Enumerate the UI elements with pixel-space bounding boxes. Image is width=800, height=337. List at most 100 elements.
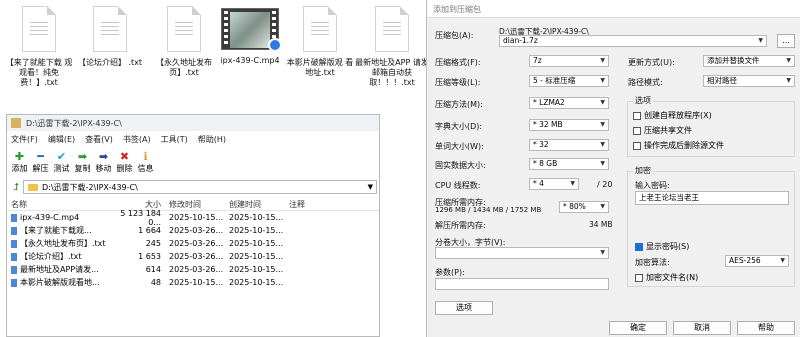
desktop-icon[interactable]: 本影片破解版观 看地址.txt: [283, 6, 357, 78]
col-name[interactable]: 名称: [7, 199, 109, 210]
path-input[interactable]: D:\迅雷下载-2\IPX-439-C\ ▼: [23, 180, 377, 194]
solid-select[interactable]: * 8 GB ▼: [529, 158, 609, 170]
desktop-icon[interactable]: 【来了就能下载 观观看！纯免 费！】.txt: [2, 6, 76, 88]
path-bar: ⮥ D:\迅雷下载-2\IPX-439-C\ ▼: [9, 180, 377, 194]
desktop-icon[interactable]: 【论坛介绍】 .txt: [73, 6, 147, 68]
sfx-checkbox[interactable]: 创建自释放程序(X): [633, 110, 712, 121]
chevron-down-icon: ▼: [600, 160, 605, 167]
ok-button[interactable]: 确定: [609, 321, 667, 335]
level-value: 5 - 标准压缩: [533, 76, 576, 85]
word-select[interactable]: * 32 ▼: [529, 139, 609, 151]
table-row[interactable]: 本影片破解版观看地... 48 2025-10-15... 2025-10-15…: [7, 276, 379, 289]
params-input[interactable]: [435, 278, 609, 290]
file-name: 最新地址及APP请发...: [20, 265, 99, 274]
menu-view[interactable]: 查看(V): [85, 134, 113, 145]
extract-button[interactable]: ━ 解压: [32, 150, 49, 174]
threads-select[interactable]: * 4 ▼: [529, 178, 579, 190]
text-file-icon: [167, 6, 201, 52]
archive-name-input[interactable]: dian-1.7z ▼: [499, 35, 767, 47]
mem-values: 1296 MB / 1434 MB / 1752 MB: [435, 206, 542, 214]
shared-checkbox[interactable]: 压缩共享文件: [633, 125, 692, 136]
threads-total: / 20: [597, 180, 613, 189]
copy-button[interactable]: ➡ 复制: [74, 150, 91, 174]
file-size: 48: [150, 278, 161, 287]
menu-edit[interactable]: 编辑(E): [48, 134, 75, 145]
split-input[interactable]: ▼: [435, 247, 609, 259]
text-file-icon: [93, 6, 127, 52]
add-icon: ✚: [14, 150, 25, 163]
desktop-icon[interactable]: 【永久地址发布 页】.txt: [147, 6, 221, 78]
menu-bar: 文件(F) 编辑(E) 查看(V) 书签(A) 工具(T) 帮助(H): [7, 131, 379, 148]
desktop-icon-label: 最新地址及APP 请发邮箱自动获 取！！！.txt: [355, 58, 429, 87]
info-button[interactable]: ℹ 信息: [137, 150, 154, 174]
file-size: 5 123 184 0...: [120, 208, 161, 227]
table-row[interactable]: 【永久地址发布页】.txt 245 2025-03-26... 2025-10-…: [7, 237, 379, 250]
desktop-icon[interactable]: ipx-439-C.mp4: [213, 6, 287, 66]
menu-bookmarks[interactable]: 书签(A): [123, 134, 151, 145]
video-file-icon: [221, 8, 282, 52]
encrypt-names-checkbox[interactable]: 加密文件名(N): [635, 272, 698, 283]
format-value: 7z: [533, 56, 542, 65]
col-modified[interactable]: 修改时间: [165, 199, 225, 210]
chevron-down-icon[interactable]: ▼: [600, 248, 605, 258]
level-select[interactable]: 5 - 标准压缩 ▼: [529, 75, 609, 87]
test-button[interactable]: ✔ 测试: [53, 150, 70, 174]
chevron-down-icon: ▼: [786, 57, 791, 64]
pathmode-select[interactable]: 相对路径 ▼: [703, 75, 795, 87]
file-icon: [11, 278, 17, 287]
checkbox-box: [633, 141, 641, 150]
browse-button[interactable]: ...: [777, 34, 795, 48]
show-password-checkbox[interactable]: 显示密码(S): [635, 241, 689, 252]
update-select[interactable]: 添加并替换文件 ▼: [703, 55, 795, 67]
decomp-label: 解压所需内存:: [435, 221, 486, 230]
dict-value: * 32 MB: [533, 120, 563, 129]
col-note[interactable]: 注释: [285, 199, 345, 210]
password-value: 上老王论坛当老王: [639, 193, 699, 202]
password-label: 输入密码:: [635, 181, 670, 190]
checkbox-box: [635, 273, 643, 282]
file-name: 本影片破解版观看地...: [20, 278, 100, 287]
table-row[interactable]: 【来了就能下载观... 1 664 2025-03-26... 2025-10-…: [7, 224, 379, 237]
table-row[interactable]: 最新地址及APP请发... 614 2025-03-26... 2025-10-…: [7, 263, 379, 276]
help-button[interactable]: 帮助: [737, 321, 795, 335]
col-created[interactable]: 创建时间: [225, 199, 285, 210]
menu-file[interactable]: 文件(F): [11, 134, 38, 145]
enc-method-label: 加密算法:: [635, 258, 670, 267]
move-icon: ➡: [98, 150, 109, 163]
options-button[interactable]: 选项: [435, 301, 493, 315]
chevron-down-icon: ▼: [600, 121, 605, 128]
method-select[interactable]: * LZMA2 ▼: [529, 97, 609, 109]
move-button[interactable]: ➡ 移动: [95, 150, 112, 174]
menu-tools[interactable]: 工具(T): [161, 134, 188, 145]
desktop-icon[interactable]: 最新地址及APP 请发邮箱自动获 取！！！.txt: [355, 6, 429, 88]
cancel-button[interactable]: 取消: [673, 321, 731, 335]
file-created: 2025-10-15...: [229, 239, 284, 248]
chevron-down-icon[interactable]: ▼: [368, 183, 373, 191]
up-folder-icon[interactable]: ⮥: [9, 182, 23, 193]
enc-method-select[interactable]: AES-256 ▼: [725, 255, 789, 267]
file-created: 2025-10-15...: [229, 252, 284, 261]
add-to-archive-dialog: 添加到压缩包 压缩包(A): D:\迅雷下载-2\IPX-439-C\ dian…: [426, 0, 800, 337]
menu-help[interactable]: 帮助(H): [198, 134, 226, 145]
chevron-down-icon[interactable]: ▼: [758, 36, 763, 46]
checkbox-label: 压缩共享文件: [644, 126, 692, 135]
table-row[interactable]: ipx-439-C.mp4 5 123 184 0... 2025-10-15.…: [7, 208, 379, 227]
checkbox-box: [633, 126, 641, 135]
mem-pct-select[interactable]: * 80% ▼: [559, 201, 609, 213]
checkbox-label: 加密文件名(N): [646, 273, 699, 282]
delete-source-checkbox[interactable]: 操作完成后删除源文件: [633, 140, 724, 151]
checkbox-box: [633, 111, 641, 120]
table-row[interactable]: 【论坛介绍】.txt 1 653 2025-03-26... 2025-10-1…: [7, 250, 379, 263]
delete-button[interactable]: ✖ 删除: [116, 150, 133, 174]
tool-label: 删除: [116, 164, 133, 173]
window-titlebar[interactable]: D:\迅雷下载-2\IPX-439-C\: [7, 115, 379, 131]
file-list-header: 名称 大小 修改时间 创建时间 注释: [7, 198, 379, 211]
update-label: 更新方式(U):: [628, 58, 675, 67]
add-button[interactable]: ✚ 添加: [11, 150, 28, 174]
params-label: 参数(P):: [435, 268, 465, 277]
file-size: 614: [145, 265, 161, 274]
dict-select[interactable]: * 32 MB ▼: [529, 119, 609, 131]
password-input[interactable]: 上老王论坛当老王: [635, 191, 789, 205]
format-select[interactable]: 7z ▼: [529, 55, 609, 67]
solid-value: * 8 GB: [533, 159, 558, 168]
